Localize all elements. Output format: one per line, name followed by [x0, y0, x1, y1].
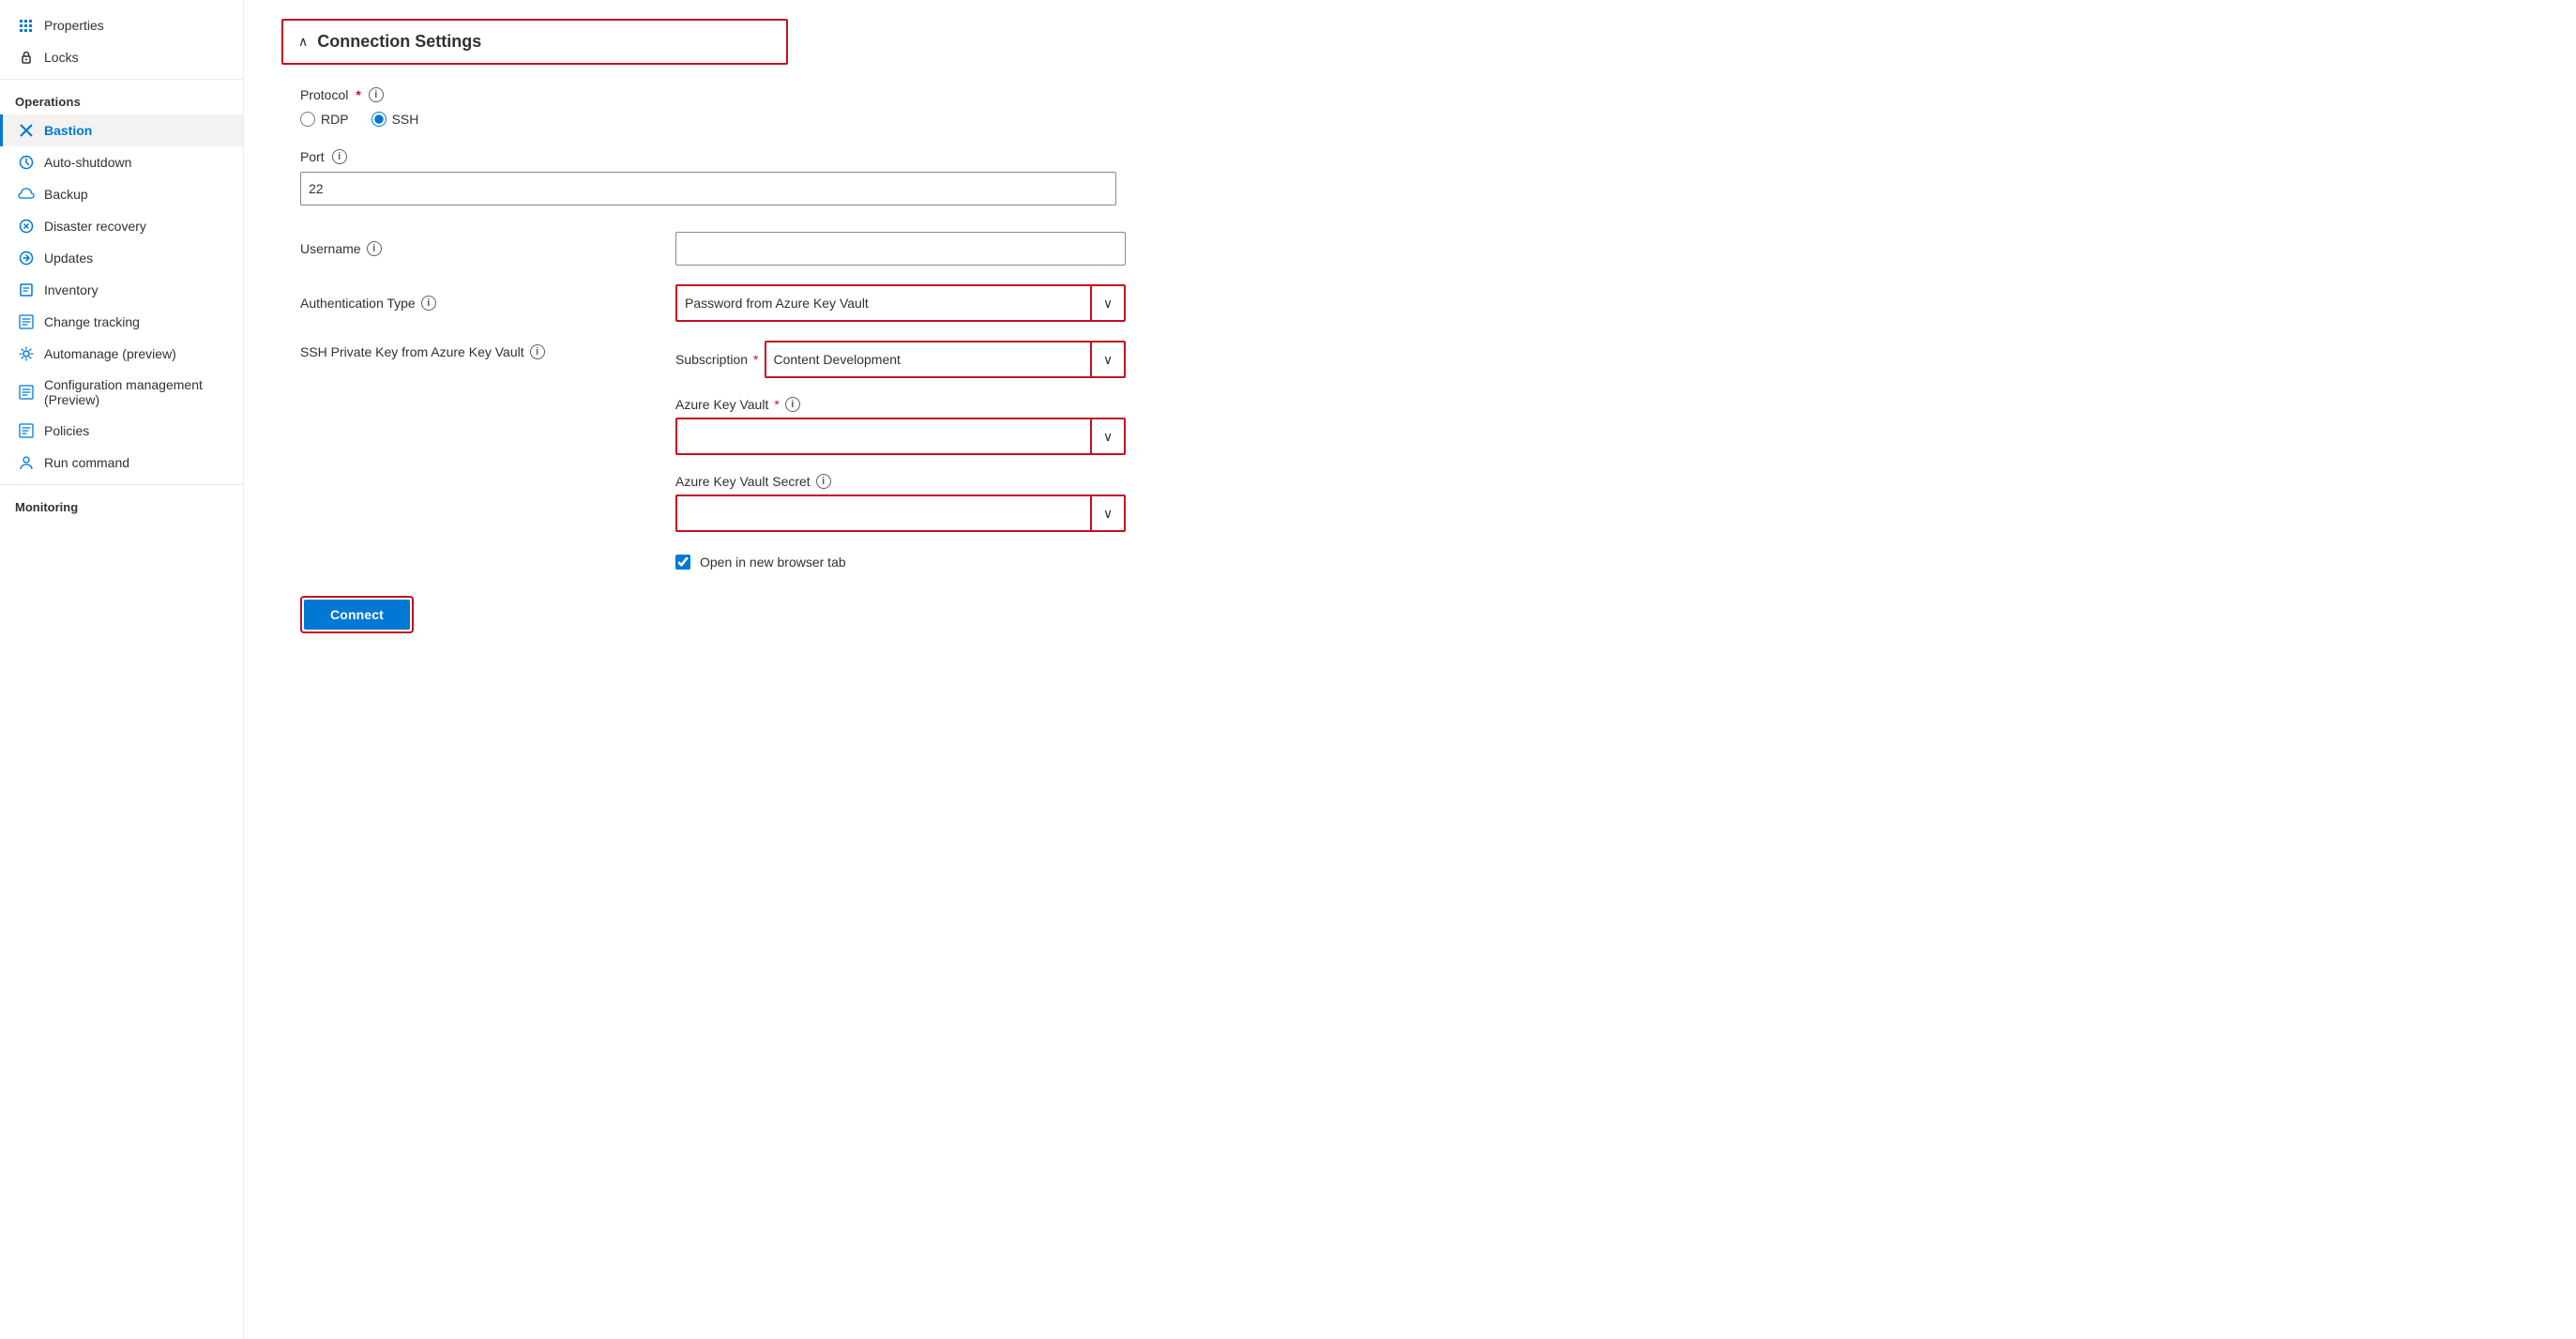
protocol-rdp-radio[interactable] [300, 112, 315, 127]
connect-section: Connect [281, 596, 2538, 633]
open-tab-label: Open in new browser tab [700, 555, 846, 570]
subscription-required: * [753, 352, 758, 367]
azure-key-vault-secret-info-icon[interactable]: i [816, 474, 831, 489]
protocol-section: Protocol * i RDP SSH Port i [281, 87, 2538, 570]
backup-icon [18, 186, 35, 203]
auth-type-select[interactable]: Password SSH Private Key Password from A… [677, 286, 1124, 320]
azure-key-vault-select[interactable] [677, 419, 1124, 453]
protocol-rdp-label[interactable]: RDP [300, 112, 349, 127]
sidebar-item-backup[interactable]: Backup [0, 178, 243, 210]
sidebar-item-config-mgmt-label: Configuration management (Preview) [44, 377, 228, 407]
port-input[interactable] [300, 172, 1116, 205]
sidebar-item-updates-label: Updates [44, 251, 93, 266]
monitoring-section-header: Monitoring [0, 491, 243, 520]
username-row: Username i [300, 232, 2538, 266]
azure-key-vault-required: * [774, 397, 779, 412]
connect-btn-wrapper: Connect [300, 596, 414, 633]
ssh-key-label: SSH Private Key from Azure Key Vault i [300, 341, 675, 359]
locks-icon [18, 49, 35, 66]
open-tab-row: Open in new browser tab [675, 555, 1126, 570]
main-content: ∧ Connection Settings Protocol * i RDP S… [244, 0, 2576, 1339]
protocol-ssh-radio[interactable] [371, 112, 386, 127]
updates-icon [18, 250, 35, 266]
auth-type-info-icon[interactable]: i [421, 296, 436, 311]
policies-icon [18, 422, 35, 439]
azure-key-vault-secret-select[interactable] [677, 496, 1124, 530]
bastion-icon [18, 122, 35, 139]
protocol-required: * [356, 87, 360, 102]
sidebar-item-bastion-label: Bastion [44, 123, 92, 138]
sidebar-divider-monitoring [0, 484, 243, 485]
automanage-icon [18, 345, 35, 362]
sidebar: Properties Locks Operations Bastion [0, 0, 244, 1339]
protocol-ssh-text: SSH [392, 112, 419, 127]
azure-key-vault-info-icon[interactable]: i [785, 397, 800, 412]
sidebar-item-policies[interactable]: Policies [0, 415, 243, 447]
sidebar-item-run-command[interactable]: Run command [0, 447, 243, 479]
sidebar-item-inventory-label: Inventory [44, 282, 98, 297]
protocol-ssh-label[interactable]: SSH [371, 112, 419, 127]
run-command-icon [18, 454, 35, 471]
sidebar-item-locks[interactable]: Locks [0, 41, 243, 73]
sidebar-item-automanage[interactable]: Automanage (preview) [0, 338, 243, 370]
sidebar-item-config-mgmt[interactable]: Configuration management (Preview) [0, 370, 243, 415]
subscription-field: Subscription * Content Development ∨ [675, 341, 1126, 378]
auth-type-label: Authentication Type i [300, 296, 675, 311]
operations-section-header: Operations [0, 85, 243, 114]
ssh-key-label-row: SSH Private Key from Azure Key Vault i S… [300, 341, 2538, 570]
sidebar-item-auto-shutdown[interactable]: Auto-shutdown [0, 146, 243, 178]
sidebar-item-auto-shutdown-label: Auto-shutdown [44, 155, 131, 170]
sidebar-item-bastion[interactable]: Bastion [0, 114, 243, 146]
auth-type-row: Authentication Type i Password SSH Priva… [300, 284, 2538, 322]
sidebar-item-policies-label: Policies [44, 423, 89, 438]
protocol-rdp-text: RDP [321, 112, 349, 127]
sidebar-item-updates[interactable]: Updates [0, 242, 243, 274]
protocol-radio-group: RDP SSH [300, 112, 2538, 127]
connect-button[interactable]: Connect [304, 600, 410, 630]
connection-settings-title: Connection Settings [317, 32, 481, 52]
port-info-icon[interactable]: i [332, 149, 347, 164]
sidebar-item-change-tracking[interactable]: Change tracking [0, 306, 243, 338]
sidebar-divider-operations [0, 79, 243, 80]
azure-key-vault-secret-field: Azure Key Vault Secret i ∨ [675, 474, 1126, 532]
properties-icon [18, 17, 35, 34]
change-tracking-icon [18, 313, 35, 330]
disaster-recovery-icon [18, 218, 35, 235]
connection-settings-chevron: ∧ [298, 34, 308, 50]
sidebar-item-backup-label: Backup [44, 187, 88, 202]
subscription-select[interactable]: Content Development [766, 342, 1125, 376]
port-label: Port [300, 149, 325, 164]
username-control [675, 232, 1126, 266]
username-label: Username i [300, 241, 675, 256]
connection-settings-header[interactable]: ∧ Connection Settings [281, 19, 788, 65]
inventory-icon [18, 281, 35, 298]
open-tab-checkbox[interactable] [675, 555, 690, 570]
username-input[interactable] [675, 232, 1126, 266]
sidebar-item-automanage-label: Automanage (preview) [44, 346, 176, 361]
auth-type-control: Password SSH Private Key Password from A… [675, 284, 1126, 322]
sidebar-item-change-tracking-label: Change tracking [44, 314, 140, 329]
azure-key-vault-field: Azure Key Vault * i ∨ [675, 397, 1126, 455]
ssh-key-info-icon[interactable]: i [530, 344, 545, 359]
sidebar-item-disaster-recovery[interactable]: Disaster recovery [0, 210, 243, 242]
protocol-label: Protocol [300, 87, 348, 102]
config-mgmt-icon [18, 384, 35, 401]
sidebar-item-disaster-recovery-label: Disaster recovery [44, 219, 146, 234]
sidebar-item-inventory[interactable]: Inventory [0, 274, 243, 306]
subscription-sub-label: Subscription * Content Development ∨ [675, 341, 1126, 378]
sidebar-item-run-command-label: Run command [44, 455, 129, 470]
sidebar-item-locks-label: Locks [44, 50, 79, 65]
sidebar-item-properties[interactable]: Properties [0, 9, 243, 41]
ssh-key-sub-fields: Subscription * Content Development ∨ [675, 341, 1126, 570]
protocol-info-icon[interactable]: i [369, 87, 384, 102]
username-info-icon[interactable]: i [367, 241, 382, 256]
auto-shutdown-icon [18, 154, 35, 171]
sidebar-item-properties-label: Properties [44, 18, 104, 33]
